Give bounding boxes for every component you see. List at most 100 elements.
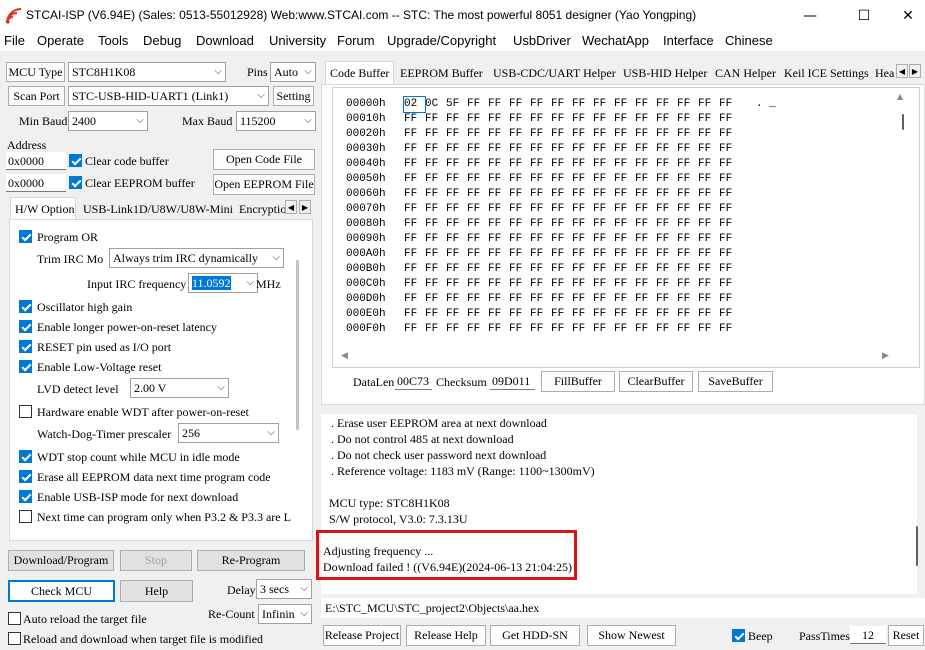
- hex-byte[interactable]: FF: [656, 307, 677, 322]
- hex-row[interactable]: 00070h FF FF FF FF FF FF FF FF FF FF FF FF FF FF FF FF: [346, 202, 740, 217]
- hex-byte[interactable]: FF: [530, 247, 551, 262]
- hex-byte[interactable]: FF: [614, 292, 635, 307]
- hex-byte[interactable]: FF: [404, 277, 425, 292]
- hex-byte[interactable]: FF: [551, 307, 572, 322]
- hex-byte[interactable]: FF: [719, 97, 740, 112]
- tab-usb-link1d[interactable]: USB-Link1D/U8W/U8W-Mini: [79, 199, 233, 220]
- reset-pin-checkbox[interactable]: [19, 340, 32, 353]
- hex-byte[interactable]: FF: [656, 172, 677, 187]
- hex-byte[interactable]: FF: [425, 277, 446, 292]
- hex-byte[interactable]: FF: [425, 292, 446, 307]
- hex-byte[interactable]: FF: [551, 277, 572, 292]
- hex-byte[interactable]: FF: [446, 247, 467, 262]
- hex-byte[interactable]: FF: [404, 127, 425, 142]
- hex-byte[interactable]: FF: [572, 157, 593, 172]
- log-scrollbar-thumb[interactable]: [916, 526, 918, 566]
- hex-byte[interactable]: FF: [614, 247, 635, 262]
- hex-byte[interactable]: FF: [530, 292, 551, 307]
- hex-byte[interactable]: FF: [488, 142, 509, 157]
- hex-byte[interactable]: FF: [572, 247, 593, 262]
- hex-byte[interactable]: FF: [530, 202, 551, 217]
- tab-usb-hid-helper[interactable]: USB-HID Helper: [619, 63, 709, 84]
- hex-scroll-left-icon[interactable]: ◀: [341, 351, 348, 361]
- hex-byte[interactable]: FF: [677, 232, 698, 247]
- hex-byte[interactable]: FF: [404, 187, 425, 202]
- hex-byte[interactable]: FF: [572, 307, 593, 322]
- hex-byte[interactable]: FF: [509, 322, 530, 337]
- hex-byte[interactable]: FF: [656, 97, 677, 112]
- hex-byte[interactable]: FF: [572, 97, 593, 112]
- hex-byte[interactable]: FF: [509, 262, 530, 277]
- hex-byte[interactable]: FF: [467, 112, 488, 127]
- hex-byte[interactable]: FF: [698, 97, 719, 112]
- hex-byte[interactable]: FF: [530, 262, 551, 277]
- hex-byte[interactable]: FF: [719, 157, 740, 172]
- tab-scroll-right-icon[interactable]: ▶: [299, 200, 311, 214]
- hex-byte[interactable]: FF: [698, 247, 719, 262]
- hex-byte[interactable]: FF: [614, 322, 635, 337]
- hex-byte[interactable]: FF: [677, 97, 698, 112]
- hex-byte[interactable]: FF: [656, 112, 677, 127]
- longer-por-checkbox[interactable]: [19, 320, 32, 333]
- hex-byte[interactable]: FF: [698, 202, 719, 217]
- hex-byte[interactable]: FF: [488, 97, 509, 112]
- hex-row[interactable]: 000B0h FF FF FF FF FF FF FF FF FF FF FF FF FF FF FF FF: [346, 262, 740, 277]
- hex-byte[interactable]: FF: [614, 277, 635, 292]
- hex-byte[interactable]: FF: [635, 172, 656, 187]
- hex-byte[interactable]: FF: [614, 262, 635, 277]
- hex-byte[interactable]: FF: [593, 217, 614, 232]
- hex-byte[interactable]: FF: [677, 262, 698, 277]
- hex-byte[interactable]: FF: [614, 127, 635, 142]
- hex-byte[interactable]: FF: [509, 202, 530, 217]
- menu-university[interactable]: University: [269, 33, 326, 48]
- hex-byte[interactable]: FF: [593, 307, 614, 322]
- hex-byte[interactable]: FF: [488, 187, 509, 202]
- hex-byte[interactable]: FF: [467, 157, 488, 172]
- hex-byte[interactable]: FF: [551, 247, 572, 262]
- menu-wechatapp[interactable]: WechatApp: [582, 33, 649, 48]
- hex-byte[interactable]: FF: [698, 232, 719, 247]
- hex-byte[interactable]: FF: [467, 322, 488, 337]
- hex-byte[interactable]: FF: [509, 247, 530, 262]
- hex-byte[interactable]: FF: [635, 202, 656, 217]
- hex-byte[interactable]: FF: [677, 142, 698, 157]
- hex-byte[interactable]: FF: [530, 157, 551, 172]
- hex-row[interactable]: 000D0h FF FF FF FF FF FF FF FF FF FF FF FF FF FF FF FF: [346, 292, 740, 307]
- hex-byte[interactable]: FF: [656, 262, 677, 277]
- hex-byte[interactable]: FF: [572, 127, 593, 142]
- hex-byte[interactable]: FF: [425, 142, 446, 157]
- maximize-button[interactable]: ☐: [841, 0, 887, 31]
- hex-byte[interactable]: FF: [530, 277, 551, 292]
- hex-byte[interactable]: FF: [635, 127, 656, 142]
- hex-byte[interactable]: FF: [656, 202, 677, 217]
- hex-byte[interactable]: FF: [530, 307, 551, 322]
- hex-byte[interactable]: FF: [446, 157, 467, 172]
- tab-keil-ice-settings[interactable]: Keil ICE Settings: [780, 63, 870, 84]
- hex-byte[interactable]: FF: [656, 277, 677, 292]
- hex-byte[interactable]: FF: [488, 307, 509, 322]
- hex-byte[interactable]: FF: [593, 172, 614, 187]
- hex-byte[interactable]: FF: [425, 262, 446, 277]
- hex-byte[interactable]: FF: [509, 277, 530, 292]
- hex-row[interactable]: 00000h 02 0C 5F FF FF FF FF FF FF FF FF FF FF FF FF FF. …: [346, 96, 776, 113]
- menu-usbdriver[interactable]: UsbDriver: [513, 33, 571, 48]
- hex-byte[interactable]: FF: [446, 202, 467, 217]
- minimize-button[interactable]: —: [787, 0, 833, 31]
- hex-byte[interactable]: FF: [572, 322, 593, 337]
- hex-byte[interactable]: FF: [467, 127, 488, 142]
- hex-byte[interactable]: FF: [551, 292, 572, 307]
- hex-byte[interactable]: FF: [593, 322, 614, 337]
- hex-byte[interactable]: FF: [488, 247, 509, 262]
- hex-byte[interactable]: FF: [488, 322, 509, 337]
- tab-encryption[interactable]: Encryptio: [235, 199, 285, 220]
- hex-byte[interactable]: FF: [635, 247, 656, 262]
- hex-byte[interactable]: FF: [635, 142, 656, 157]
- hex-byte[interactable]: FF: [488, 277, 509, 292]
- hex-byte[interactable]: FF: [635, 292, 656, 307]
- hex-byte[interactable]: FF: [593, 187, 614, 202]
- hex-byte[interactable]: 5F: [446, 97, 467, 112]
- hex-byte[interactable]: FF: [698, 157, 719, 172]
- hex-byte[interactable]: FF: [719, 277, 740, 292]
- hex-byte[interactable]: FF: [404, 307, 425, 322]
- hex-byte[interactable]: FF: [656, 157, 677, 172]
